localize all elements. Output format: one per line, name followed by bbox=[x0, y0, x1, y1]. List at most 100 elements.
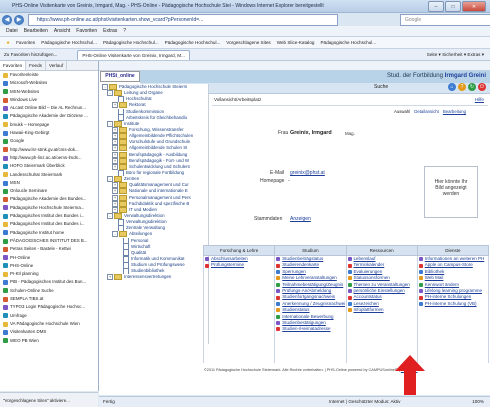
favorite-item[interactable]: Google bbox=[0, 137, 98, 145]
favorite-item[interactable]: Pädagogische Akademie der Diözese ... bbox=[0, 112, 98, 120]
favorite-item[interactable]: PÄDAGOGISCHES INSTITUT DES B... bbox=[0, 237, 98, 245]
favorite-item[interactable]: WEO PB Wien bbox=[0, 337, 98, 345]
favorite-item[interactable]: Pädagogisches Institut des Bundes i... bbox=[0, 220, 98, 228]
expand-icon[interactable]: + bbox=[112, 133, 118, 140]
favorite-icon bbox=[3, 246, 8, 252]
favorites-star-icon[interactable]: ★ bbox=[6, 40, 10, 46]
favorite-item[interactable]: MSN-Websites bbox=[0, 88, 98, 96]
favorite-item[interactable]: Onloucle Seminare bbox=[0, 187, 98, 195]
collapse-icon[interactable]: - bbox=[102, 84, 108, 91]
favorite-item[interactable]: VA Pädagogische Hochschule Wien bbox=[0, 320, 98, 328]
view-detail[interactable]: Detailansicht bbox=[414, 109, 439, 114]
favorite-item[interactable]: Visitenkarten DMS bbox=[0, 328, 98, 336]
favorite-item[interactable]: Hawaii-King-Gebirgt bbox=[0, 129, 98, 137]
menu-file[interactable]: Datei bbox=[6, 28, 18, 34]
quick-link[interactable]: Infoplattformen bbox=[347, 307, 416, 313]
tab-history[interactable]: Verlauf bbox=[46, 61, 68, 70]
fav-link[interactable]: Pädagogische Hochschul... bbox=[320, 40, 376, 45]
expand-icon[interactable]: + bbox=[112, 157, 118, 164]
fav-link[interactable]: Pädagogische Hochschul... bbox=[103, 40, 159, 45]
menu-edit[interactable]: Bearbeiten bbox=[24, 28, 48, 34]
expand-icon[interactable]: + bbox=[112, 139, 118, 146]
expand-icon[interactable]: + bbox=[107, 274, 113, 281]
url-input[interactable]: https://www.ph-online.ac.at/phst/visiten… bbox=[28, 14, 338, 26]
expand-icon[interactable]: + bbox=[112, 127, 118, 134]
expand-icon[interactable]: + bbox=[112, 151, 118, 158]
expand-icon[interactable]: + bbox=[112, 182, 118, 189]
close-button[interactable]: ✕ bbox=[462, 1, 486, 12]
menu-view[interactable]: Ansicht bbox=[54, 28, 70, 34]
favorite-item[interactable]: Umfrage bbox=[0, 312, 98, 320]
menu-help[interactable]: ? bbox=[123, 28, 126, 34]
favorite-label: PHS-Online bbox=[10, 262, 34, 268]
favorite-item[interactable]: HOFO Steiermark Überblick bbox=[0, 162, 98, 170]
quick-link[interactable]: Studien-/Heimatadresse bbox=[276, 326, 344, 332]
stammdaten-link[interactable]: Anzeigen bbox=[290, 216, 311, 222]
minimize-button[interactable]: – bbox=[428, 1, 444, 12]
quick-link[interactable]: Prüfungstermine bbox=[205, 262, 273, 268]
collapse-icon[interactable]: - bbox=[112, 231, 118, 238]
expand-icon[interactable]: + bbox=[112, 145, 118, 152]
view-auswahl[interactable]: Auswahl bbox=[394, 109, 410, 114]
search-label[interactable]: Suche bbox=[374, 84, 388, 90]
favorite-item[interactable]: TYPO3 Login Pädagogische Hochsc... bbox=[0, 303, 98, 311]
favorite-item[interactable]: http://www.lsr-stmk.gv.at/cms-dok... bbox=[0, 146, 98, 154]
quick-link[interactable]: PH-interne Schulung (VB) bbox=[418, 301, 487, 307]
favorite-item[interactable]: Schulen-Online Suche bbox=[0, 287, 98, 295]
favorite-item[interactable]: Pädagogisches Institut des Bundes i... bbox=[0, 212, 98, 220]
favorite-item[interactable]: PI-Ktl planning bbox=[0, 270, 98, 278]
sidebar-suggested-sites[interactable]: "Vorgeschlagene Sites" aktiviere... bbox=[0, 392, 98, 407]
logout-icon[interactable]: ⏻ bbox=[478, 83, 486, 91]
favorite-item[interactable]: bmukk – Homepage bbox=[0, 121, 98, 129]
maximize-button[interactable]: □ bbox=[445, 1, 461, 12]
site-logo[interactable]: PHSt_online bbox=[100, 71, 140, 82]
tree-node[interactable]: + Interessensvertretungen bbox=[100, 274, 208, 281]
favorite-item[interactable]: Pädagogische Hochschule Steierma... bbox=[0, 204, 98, 212]
favorite-item[interactable]: Favoritenleiste bbox=[0, 71, 98, 79]
favorite-item[interactable]: Landesschulrat Steiermark bbox=[0, 171, 98, 179]
fav-link[interactable]: Pädagogische Hochschul... bbox=[165, 40, 221, 45]
home-icon[interactable]: ⌂ bbox=[448, 83, 456, 91]
fav-link[interactable]: Web Slice-Katalog bbox=[277, 40, 315, 45]
welcome-name[interactable]: Irmgard Greini bbox=[445, 73, 486, 79]
collapse-icon[interactable]: - bbox=[107, 213, 113, 220]
favorite-item[interactable]: MSN bbox=[0, 179, 98, 187]
back-icon[interactable]: ◀ bbox=[2, 14, 12, 25]
view-bearbeitung[interactable]: Bearbeitung bbox=[443, 109, 466, 114]
expand-icon[interactable]: + bbox=[112, 194, 118, 201]
refresh-icon[interactable]: ↻ bbox=[468, 83, 476, 91]
menu-tools[interactable]: Extras bbox=[103, 28, 117, 34]
command-bar[interactable]: Seite ▾ Sicherheit ▾ Extras ▾ bbox=[427, 52, 484, 58]
favorite-item[interactable]: Pädagogische Institut home bbox=[0, 229, 98, 237]
search-input[interactable]: Google bbox=[400, 14, 490, 26]
help-icon[interactable]: ? bbox=[458, 83, 466, 91]
favorite-item[interactable]: PIB - Pädagogisches Institut des Bun... bbox=[0, 278, 98, 286]
favorite-item[interactable]: PH-Online bbox=[0, 254, 98, 262]
collapse-icon[interactable]: - bbox=[107, 120, 113, 127]
favorite-item[interactable]: Petras Seiten - Bastele - Kettwi bbox=[0, 245, 98, 253]
favorite-item[interactable]: PHS-Online bbox=[0, 262, 98, 270]
tab-feeds[interactable]: Feeds bbox=[26, 61, 46, 70]
email-link[interactable]: greinix@phst.at bbox=[290, 170, 325, 176]
favorite-item[interactable]: Windows Live bbox=[0, 96, 98, 104]
expand-icon[interactable]: + bbox=[112, 206, 118, 213]
favorite-item[interactable]: ALcast Online Bild – Die AL Rechnun... bbox=[0, 104, 98, 112]
help-link[interactable]: Hilfe bbox=[475, 97, 484, 102]
expand-icon[interactable]: + bbox=[112, 188, 118, 195]
tab-favorites[interactable]: Favoriten bbox=[0, 61, 27, 70]
collapse-icon[interactable]: - bbox=[107, 90, 113, 97]
favorite-item[interactable]: Pädagogische Akademie des Bundes... bbox=[0, 195, 98, 203]
favorite-item[interactable]: SEMPLA TIBS.at bbox=[0, 295, 98, 303]
fav-link[interactable]: Pädagogische Hochschul... bbox=[41, 40, 97, 45]
expand-icon[interactable]: + bbox=[112, 200, 118, 207]
zoom-level[interactable]: 100% bbox=[472, 399, 484, 404]
collapse-icon[interactable]: - bbox=[107, 176, 113, 183]
favorite-item[interactable]: http://www.ph-linz.ac.at/oems-lmds... bbox=[0, 154, 98, 162]
favorites-label[interactable]: Favoriten bbox=[16, 40, 35, 45]
favorite-item[interactable]: Microsoft-Websites bbox=[0, 79, 98, 87]
menu-favorites[interactable]: Favoriten bbox=[76, 28, 97, 34]
add-favorite-button[interactable]: Zu Favoriten hinzufügen... bbox=[4, 52, 57, 57]
tab-current-page[interactable]: PHS-Online Visitenkarte von Greinix, Irm… bbox=[77, 50, 190, 60]
forward-icon[interactable]: ▶ bbox=[14, 14, 24, 25]
fav-link[interactable]: Vorgeschlagene Sites bbox=[226, 40, 270, 45]
